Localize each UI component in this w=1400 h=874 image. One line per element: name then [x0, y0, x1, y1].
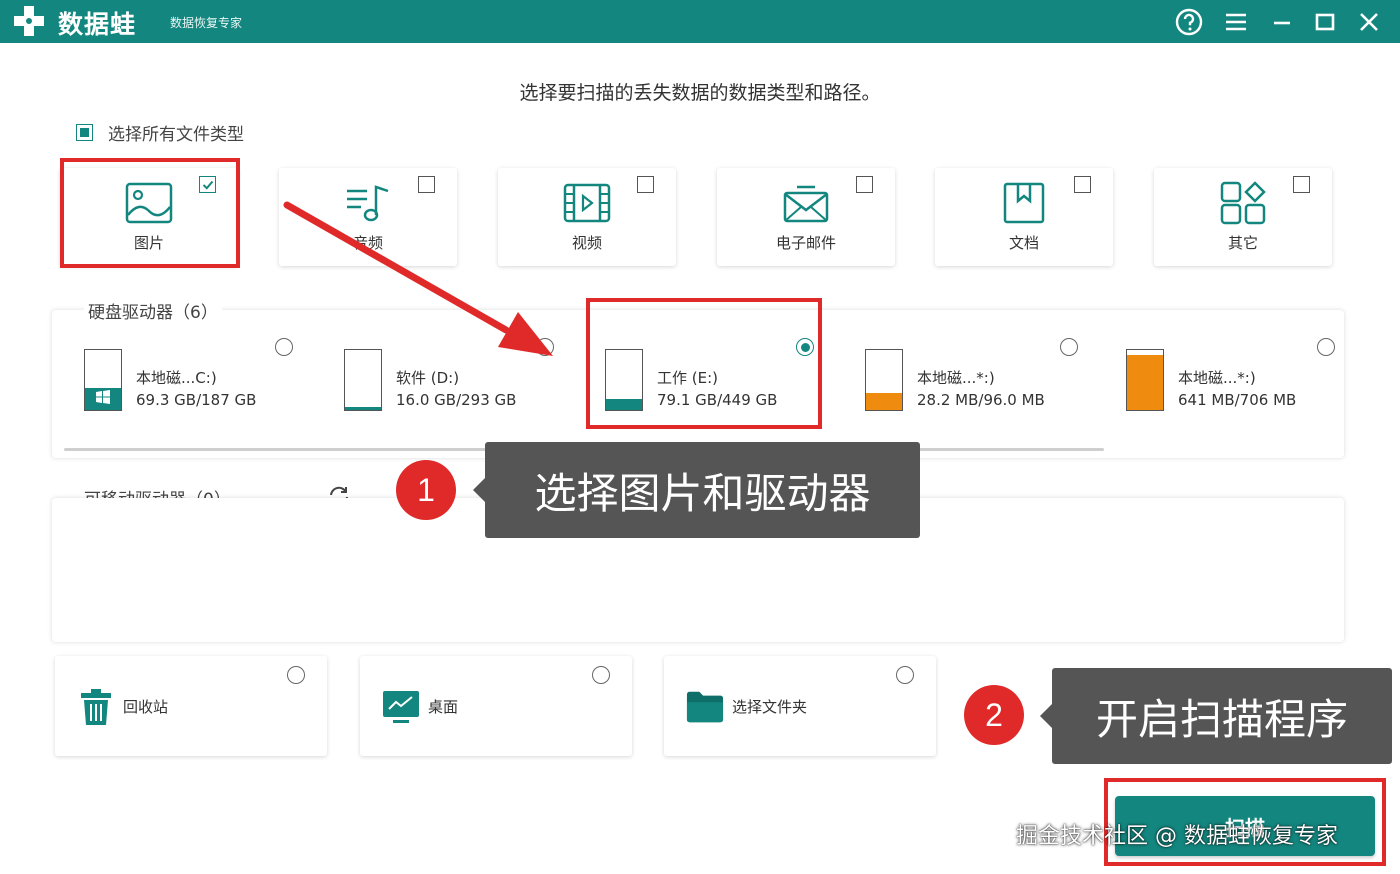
watermark: 掘金技术社区 @ 数据蛙恢复专家: [1016, 824, 1338, 849]
step-1-badge: 1: [396, 460, 456, 520]
step-2-badge: 2: [964, 685, 1024, 745]
step-1-callout: 选择图片和驱动器: [485, 442, 920, 538]
step-2-callout: 开启扫描程序: [1052, 668, 1392, 764]
